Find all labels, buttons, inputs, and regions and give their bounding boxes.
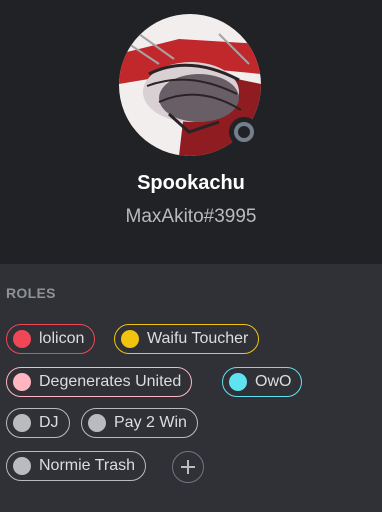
- role-name: Pay 2 Win: [114, 414, 187, 431]
- add-role-button[interactable]: [172, 451, 204, 483]
- role-color-dot[interactable]: [121, 330, 139, 348]
- role-pill[interactable]: Pay 2 Win: [81, 408, 198, 438]
- role-name: lolicon: [39, 330, 85, 347]
- role-name: Normie Trash: [39, 457, 136, 474]
- status-indicator: [229, 117, 259, 147]
- role-pill[interactable]: lolicon: [6, 324, 96, 354]
- avatar-container[interactable]: [119, 14, 261, 156]
- plus-icon: [181, 460, 195, 474]
- role-name: Waifu Toucher: [147, 330, 249, 347]
- role-color-dot[interactable]: [229, 373, 247, 391]
- role-color-dot[interactable]: [13, 330, 31, 348]
- role-name: DJ: [39, 414, 59, 431]
- display-name: Spookachu: [137, 172, 245, 194]
- role-pill[interactable]: Normie Trash: [6, 451, 147, 481]
- role-name: OwO: [255, 373, 292, 390]
- role-name: Degenerates United: [39, 373, 182, 390]
- role-color-dot[interactable]: [13, 457, 31, 475]
- role-pill[interactable]: DJ: [6, 408, 70, 438]
- role-pill[interactable]: OwO: [222, 367, 303, 397]
- offline-status-icon: [234, 122, 254, 142]
- profile-header: Spookachu MaxAkito#3995: [0, 0, 382, 264]
- username-tag[interactable]: MaxAkito#3995: [0, 206, 382, 228]
- role-color-dot[interactable]: [88, 414, 106, 432]
- role-pill[interactable]: Degenerates United: [6, 367, 193, 397]
- role-color-dot[interactable]: [13, 414, 31, 432]
- roles-heading: ROLES: [6, 285, 56, 301]
- role-color-dot[interactable]: [13, 373, 31, 391]
- role-pill[interactable]: Waifu Toucher: [114, 324, 260, 354]
